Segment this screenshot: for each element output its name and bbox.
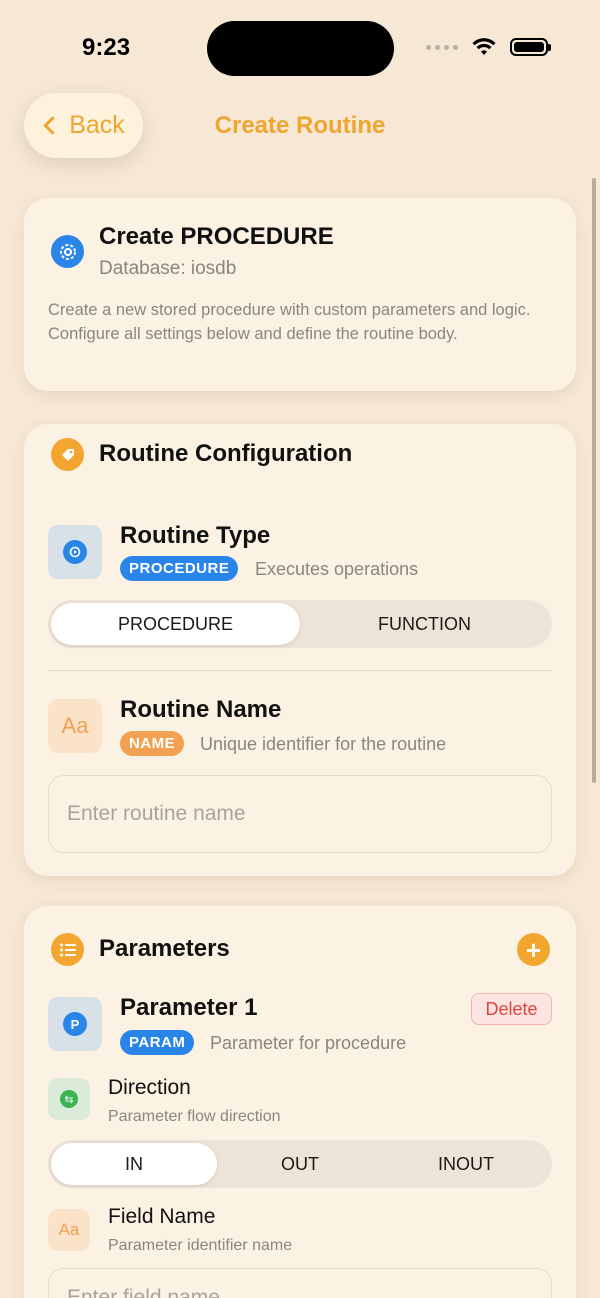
section-title-configuration: Routine Configuration (99, 440, 353, 467)
field-name-input[interactable] (48, 1268, 552, 1298)
text-format-icon: Aa (48, 1209, 90, 1251)
status-bar: 9:23 (0, 0, 600, 90)
gear-icon (63, 540, 87, 564)
header-title: Create PROCEDURE (99, 223, 334, 250)
add-parameter-button[interactable]: + (517, 933, 550, 966)
wifi-icon (472, 38, 496, 55)
direction-segmented-control: IN OUT INOUT (48, 1140, 552, 1188)
routine-name-input[interactable] (48, 775, 552, 853)
segment-in[interactable]: IN (51, 1143, 217, 1185)
parameter-hint: Parameter for procedure (210, 1033, 407, 1053)
field-name-title: Field Name (108, 1205, 216, 1228)
tag-icon (51, 438, 84, 471)
status-time: 9:23 (82, 34, 131, 61)
plus-icon: + (525, 934, 542, 965)
routine-type-hint: Executes operations (255, 559, 419, 579)
field-name-hint: Parameter identifier name (108, 1237, 293, 1254)
segment-out[interactable]: OUT (217, 1143, 383, 1185)
divider (48, 670, 552, 671)
routine-name-badge: NAME (120, 731, 185, 756)
header-description: Create a new stored procedure with custo… (48, 301, 531, 343)
parameters-card: Parameters + P Parameter 1 Delete PARAM … (24, 906, 576, 1298)
segment-function[interactable]: FUNCTION (300, 603, 549, 645)
section-title-parameters: Parameters (99, 935, 230, 962)
chevron-left-icon (43, 116, 62, 135)
segment-inout[interactable]: INOUT (383, 1143, 549, 1185)
battery-icon (510, 38, 551, 56)
scrollbar[interactable] (592, 178, 596, 783)
cellular-signal-icon (426, 44, 458, 50)
routine-header-card: Create PROCEDURE Database: iosdb Create … (24, 198, 576, 391)
routine-type-segmented-control: PROCEDURE FUNCTION (48, 600, 552, 648)
parameter-letter-icon: P (63, 1012, 87, 1036)
routine-type-badge: PROCEDURE (120, 556, 239, 581)
direction-hint: Parameter flow direction (108, 1108, 281, 1125)
direction-icon-container: ⇆ (48, 1078, 90, 1120)
gear-icon (51, 235, 84, 268)
list-icon (51, 933, 84, 966)
status-icons (426, 38, 551, 56)
back-label: Back (69, 111, 125, 139)
routine-type-title: Routine Type (120, 522, 271, 549)
arrows-swap-icon: ⇆ (60, 1090, 78, 1108)
parameter-icon: P (48, 997, 102, 1051)
dynamic-island (207, 21, 394, 76)
routine-type-icon (48, 525, 102, 579)
routine-configuration-card: Routine Configuration Routine Type PROCE… (24, 424, 576, 876)
text-format-icon: Aa (48, 699, 102, 753)
database-label: Database: iosdb (99, 258, 237, 279)
routine-name-title: Routine Name (120, 696, 282, 723)
parameter-title: Parameter 1 (120, 994, 258, 1021)
segment-procedure[interactable]: PROCEDURE (51, 603, 300, 645)
routine-name-hint: Unique identifier for the routine (200, 734, 447, 754)
direction-title: Direction (108, 1076, 191, 1099)
parameter-badge: PARAM (120, 1030, 195, 1055)
delete-parameter-button[interactable]: Delete (471, 993, 552, 1025)
back-button[interactable]: Back (24, 93, 143, 158)
